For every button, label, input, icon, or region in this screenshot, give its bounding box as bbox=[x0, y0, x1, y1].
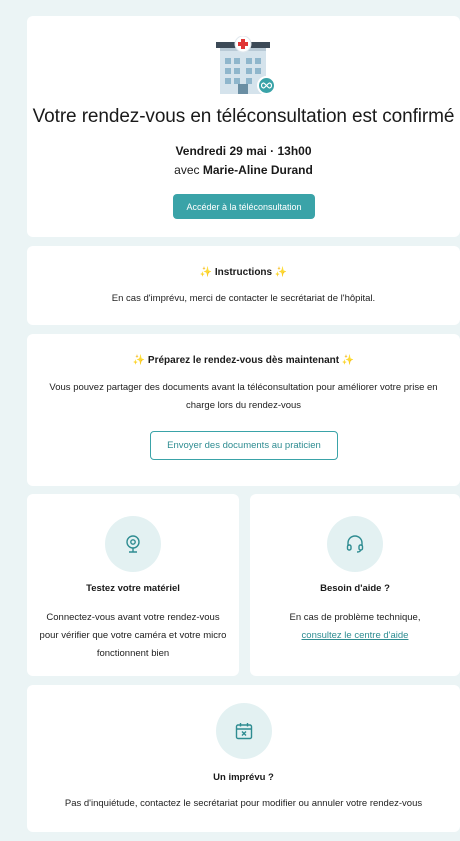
help-center-link[interactable]: consultez le centre d'aide bbox=[302, 630, 409, 641]
unexpected-text: Pas d'inquiétude, contactez le secrétari… bbox=[64, 798, 423, 809]
sparkles-icon: ✨ bbox=[199, 267, 213, 278]
help-title: Besoin d'aide ? bbox=[320, 583, 390, 594]
sparkles-icon: ✨ bbox=[341, 355, 355, 366]
doctor-name: Marie-Aline Durand bbox=[202, 163, 313, 177]
headset-icon bbox=[327, 516, 383, 572]
instructions-title: ✨ Instructions ✨ bbox=[27, 267, 460, 278]
help-card: Besoin d'aide ? En cas de problème techn… bbox=[250, 494, 460, 676]
sparkles-icon: ✨ bbox=[132, 355, 146, 366]
help-text-line: En cas de problème technique, bbox=[289, 612, 421, 623]
confirmation-card: Votre rendez-vous en téléconsultation es… bbox=[27, 16, 460, 237]
instructions-card: ✨ Instructions ✨ En cas d'imprévu, merci… bbox=[27, 246, 460, 325]
test-equipment-card: Testez votre matériel Connectez-vous ava… bbox=[27, 494, 239, 676]
teleconsultation-link-icon bbox=[257, 76, 276, 95]
page-title: Votre rendez-vous en téléconsultation es… bbox=[32, 106, 455, 127]
with-prefix: avec bbox=[174, 163, 203, 177]
prepare-title-label: Préparez le rendez-vous dès maintenant bbox=[147, 355, 340, 366]
send-documents-button[interactable]: Envoyer des documents au praticien bbox=[150, 431, 338, 460]
test-equipment-text: Connectez-vous avant votre rendez-vous p… bbox=[39, 612, 227, 659]
prepare-card: ✨ Préparez le rendez-vous dès maintenant… bbox=[27, 334, 460, 486]
prepare-title: ✨ Préparez le rendez-vous dès maintenant… bbox=[27, 355, 460, 366]
instructions-title-label: Instructions bbox=[214, 267, 273, 278]
webcam-icon bbox=[105, 516, 161, 572]
calendar-cancel-icon bbox=[216, 703, 272, 759]
access-teleconsultation-button[interactable]: Accéder à la téléconsultation bbox=[173, 194, 315, 219]
prepare-text: Vous pouvez partager des documents avant… bbox=[49, 382, 438, 411]
unexpected-card: Un imprévu ? Pas d'inquiétude, contactez… bbox=[27, 685, 460, 832]
appointment-doctor: avec Marie-Aline Durand bbox=[27, 163, 460, 177]
unexpected-title: Un imprévu ? bbox=[213, 772, 274, 783]
instructions-text: En cas d'imprévu, merci de contacter le … bbox=[111, 293, 376, 304]
help-text: En cas de problème technique, consultez … bbox=[260, 609, 450, 645]
sparkles-icon: ✨ bbox=[274, 267, 288, 278]
appointment-date: Vendredi 29 mai · 13h00 bbox=[175, 144, 312, 158]
test-equipment-title: Testez votre matériel bbox=[86, 583, 180, 594]
hospital-icon bbox=[216, 35, 276, 98]
